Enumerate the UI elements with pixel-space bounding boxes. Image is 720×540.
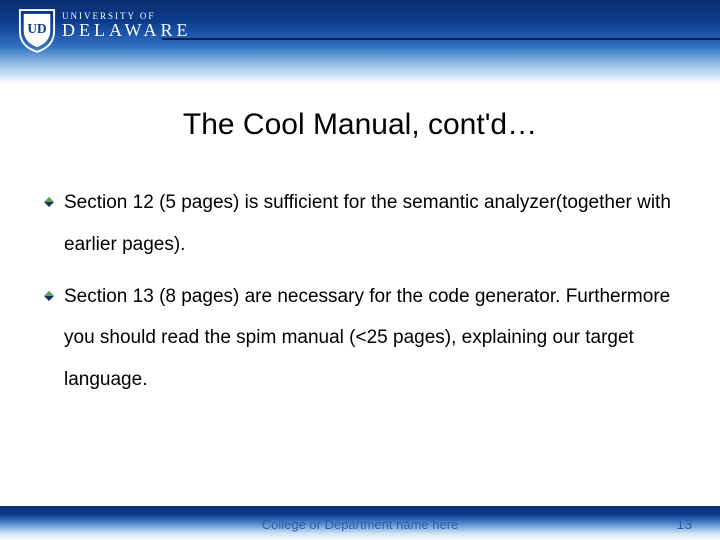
bullet-text: Section 12 (5 pages) is sufficient for t… [64,182,676,266]
logo-text: UNIVERSITY OF DELAWARE [62,8,192,39]
shield-icon: UD [18,8,56,54]
list-item: Section 13 (8 pages) are necessary for t… [44,276,676,401]
page-number: 13 [676,516,692,532]
footer-dept-label: College or Department name here [0,517,720,532]
bullet-text: Section 13 (8 pages) are necessary for t… [64,276,676,401]
svg-text:UD: UD [27,21,46,36]
diamond-bullet-icon [44,197,54,207]
diamond-bullet-icon [44,291,54,301]
logo-line-2: DELAWARE [62,21,192,39]
university-logo: UD UNIVERSITY OF DELAWARE [18,8,192,54]
header-band: UD UNIVERSITY OF DELAWARE [0,0,720,84]
page-title: The Cool Manual, cont'd… [0,108,720,142]
header-rule [162,38,720,40]
content-area: Section 12 (5 pages) is sufficient for t… [0,142,720,401]
list-item: Section 12 (5 pages) is sufficient for t… [44,182,676,266]
